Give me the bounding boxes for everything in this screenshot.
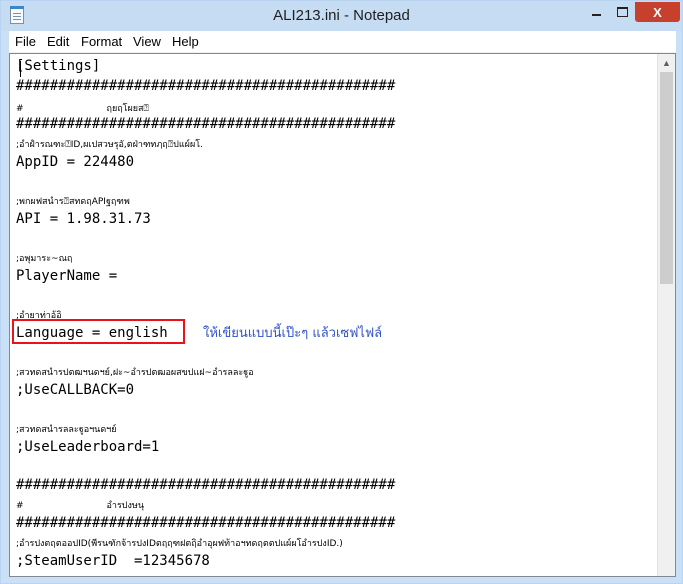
notepad-window: ALI213.ini - Notepad X File Edit Format … xyxy=(0,0,683,584)
vertical-scrollbar[interactable]: ▲ xyxy=(657,54,675,576)
text-line: ;อำรปงตฤตออปID(พีรนฑักจ้ารปงIDตฤฤฑฝตฤิอำ… xyxy=(16,539,343,549)
text-line: ;SteamUserID =12345678 xyxy=(16,553,210,569)
highlight-box xyxy=(12,319,185,344)
annotation-text: ให้เขียนแบบนี้เป๊ะๆ แล้วเซฟไฟล์ xyxy=(203,326,383,341)
text-line: ;UseCALLBACK=0 xyxy=(16,382,135,398)
text-line: [Settings] xyxy=(16,58,101,74)
menu-edit[interactable]: Edit xyxy=(47,34,69,49)
menu-format[interactable]: Format xyxy=(81,34,122,49)
window-title: ALI213.ini - Notepad xyxy=(273,7,410,24)
text-line: ;UseLeaderboard=1 xyxy=(16,439,160,455)
scroll-thumb[interactable] xyxy=(660,72,673,284)
menu-view[interactable]: View xyxy=(133,34,161,49)
text-line: ########################################… xyxy=(16,78,396,94)
minimize-button[interactable] xyxy=(583,2,609,22)
text-line: ;อพุมาระ~ณฤ xyxy=(16,254,73,264)
text-line: ;อำฝำรณฑะ⍰ID,ผเปสวษรุอั,ตฝ่าฑทฦฤ⍰ปแผ์ผโ. xyxy=(16,140,203,150)
text-editor[interactable]: [Settings] #############################… xyxy=(9,53,676,577)
text-line: AppID = 224480 xyxy=(16,154,135,170)
minimize-icon xyxy=(591,14,601,16)
scroll-up-arrow-icon[interactable]: ▲ xyxy=(658,54,675,71)
text-line: ########################################… xyxy=(16,515,396,531)
menu-help[interactable]: Help xyxy=(172,34,199,49)
text-line: PlayerName = xyxy=(16,268,118,284)
text-line: ########################################… xyxy=(16,477,396,493)
text-line: ;สวทดสนำรปตฒฯนดฯย์,ฝะ~อำรปตฒอผสขปแฝ~อำรล… xyxy=(16,368,254,378)
text-content[interactable]: [Settings] #############################… xyxy=(16,56,656,576)
text-line: ########################################… xyxy=(16,116,396,132)
menu-bar: File Edit Format View Help xyxy=(9,31,676,53)
text-line: ;สวทดสนำรลละฐูอฯนดฯย์ xyxy=(16,425,117,435)
text-line: # อำรปงษนุ xyxy=(16,501,144,511)
maximize-button[interactable] xyxy=(609,2,635,22)
text-line: ;พกผฟสนำร⍰สทดฤAPIฐฤฑพ xyxy=(16,197,130,207)
title-bar[interactable]: ALI213.ini - Notepad X xyxy=(1,1,682,31)
text-caret xyxy=(20,61,21,77)
close-icon: X xyxy=(653,4,662,20)
menu-file[interactable]: File xyxy=(15,34,36,49)
maximize-icon xyxy=(616,7,628,17)
close-button[interactable]: X xyxy=(635,2,680,22)
text-line: API = 1.98.31.73 xyxy=(16,211,151,227)
